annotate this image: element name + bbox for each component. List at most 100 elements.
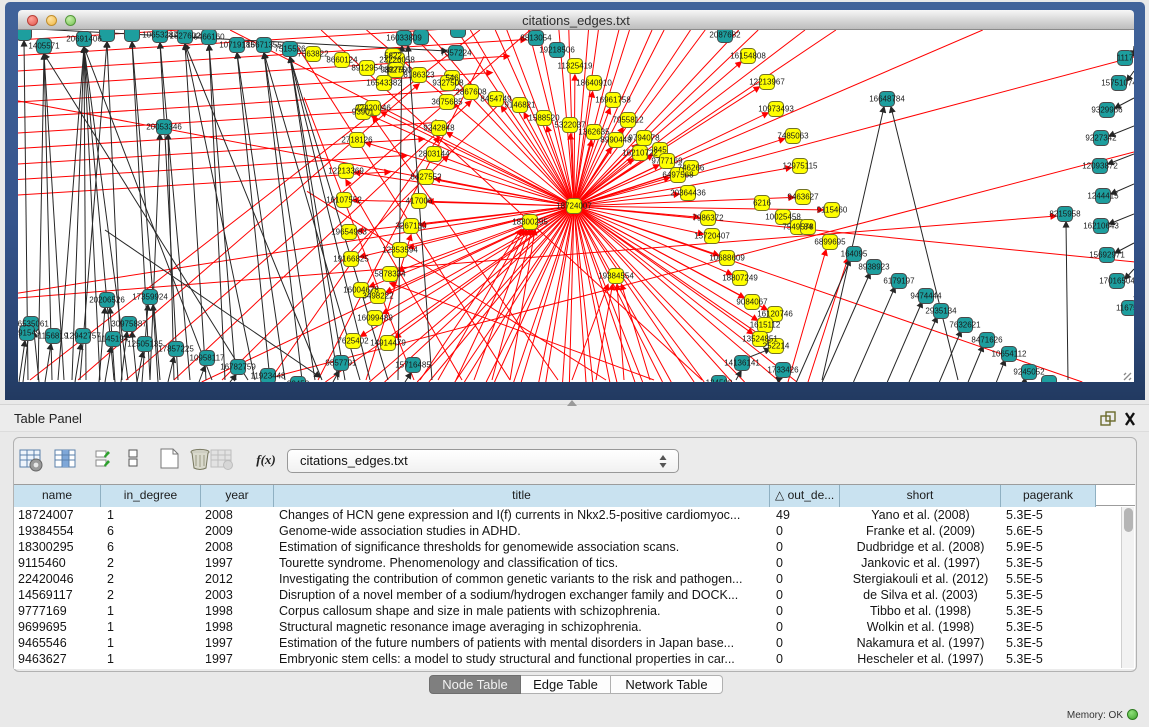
- svg-text:26535061: 26535061: [18, 320, 49, 329]
- svg-text:10958117: 10958117: [190, 354, 226, 363]
- svg-text:3675685: 3675685: [431, 98, 463, 107]
- svg-text:6179197: 6179197: [883, 277, 915, 286]
- svg-text:1405571: 1405571: [28, 42, 60, 51]
- svg-text:9474444: 9474444: [910, 292, 942, 301]
- svg-text:1117: 1117: [1117, 54, 1134, 63]
- svg-text:1145194: 1145194: [98, 335, 129, 344]
- svg-text:17016504: 17016504: [1099, 277, 1134, 286]
- svg-text:12213369: 12213369: [328, 167, 364, 176]
- svg-text:9857791: 9857791: [325, 359, 357, 368]
- svg-text:9245052: 9245052: [1013, 368, 1045, 377]
- svg-text:1733426: 1733426: [767, 366, 799, 375]
- svg-text:18300295: 18300295: [512, 218, 548, 227]
- svg-text:9794078: 9794078: [628, 134, 660, 143]
- svg-text:11923448: 11923448: [251, 372, 287, 381]
- svg-text:22420046: 22420046: [355, 104, 391, 113]
- svg-text:7632621: 7632621: [949, 321, 981, 330]
- svg-text:8990448: 8990448: [600, 136, 632, 145]
- svg-text:15716485: 15716485: [395, 361, 431, 370]
- svg-text:19218506: 19218506: [539, 46, 575, 55]
- svg-text:9463627: 9463627: [787, 193, 819, 202]
- svg-text:16033809: 16033809: [386, 34, 422, 43]
- svg-text:11325419: 11325419: [558, 62, 594, 71]
- svg-text:16782759: 16782759: [220, 363, 256, 372]
- svg-text:12093872: 12093872: [1082, 162, 1118, 171]
- svg-text:2718126: 2718126: [341, 136, 373, 145]
- svg-text:8186323: 8186323: [403, 71, 435, 80]
- svg-text:9227342: 9227342: [1085, 134, 1117, 143]
- svg-text:124508: 124508: [706, 379, 733, 383]
- svg-text:16961758: 16961758: [595, 96, 631, 105]
- svg-text:116753: 116753: [1116, 304, 1134, 313]
- svg-text:16210643: 16210643: [1083, 222, 1119, 231]
- svg-text:16099489: 16099489: [357, 314, 393, 323]
- svg-text:15692971: 15692971: [1089, 251, 1125, 260]
- svg-text:16120746: 16120746: [757, 310, 793, 319]
- svg-text:12975115: 12975115: [783, 162, 819, 171]
- svg-text:17857225: 17857225: [158, 345, 194, 354]
- svg-text:19654983: 19654983: [331, 228, 367, 237]
- svg-text:7625402: 7625402: [337, 337, 369, 346]
- svg-text:15751074: 15751074: [1101, 79, 1134, 88]
- svg-text:9242848: 9242848: [423, 124, 455, 133]
- svg-text:7955812: 7955812: [612, 116, 644, 125]
- svg-text:2935134: 2935134: [925, 307, 957, 316]
- svg-text:12213967: 12213967: [749, 78, 785, 87]
- svg-text:8813054: 8813054: [520, 34, 552, 43]
- svg-text:16648784: 16648784: [869, 95, 905, 104]
- svg-text:20691406: 20691406: [66, 35, 102, 44]
- svg-text:9329966: 9329966: [1091, 106, 1123, 115]
- svg-text:17359924: 17359924: [132, 293, 168, 302]
- svg-text:746266: 746266: [678, 164, 705, 173]
- svg-text:10688609: 10688609: [709, 254, 745, 263]
- svg-text:7357224: 7357224: [440, 49, 472, 58]
- svg-text:6899695: 6899695: [814, 238, 846, 247]
- svg-text:20206526: 20206526: [89, 296, 125, 305]
- svg-text:12353594: 12353594: [382, 246, 418, 255]
- svg-text:12942757: 12942757: [65, 332, 101, 341]
- svg-text:15720407: 15720407: [694, 232, 730, 241]
- svg-text:20053346: 20053346: [146, 123, 182, 132]
- svg-text:30975887: 30975887: [111, 320, 147, 329]
- svg-text:9245?: 9245?: [287, 380, 310, 383]
- svg-text:5878334: 5878334: [374, 270, 406, 279]
- svg-text:164095: 164095: [841, 250, 868, 259]
- svg-text:1156819: 1156819: [38, 332, 69, 341]
- svg-text:8427552: 8427552: [410, 173, 442, 182]
- svg-text:18640910: 18640910: [576, 79, 612, 88]
- svg-text:6216: 6216: [753, 199, 771, 208]
- svg-text:9084067: 9084067: [736, 298, 768, 307]
- svg-text:8938923: 8938923: [858, 263, 890, 272]
- svg-text:16107552: 16107552: [326, 196, 362, 205]
- svg-text:14914479: 14914479: [370, 339, 406, 348]
- svg-text:417006: 417006: [406, 197, 433, 206]
- svg-text:18724007: 18724007: [556, 202, 592, 211]
- svg-text:23226058: 23226058: [379, 56, 415, 65]
- svg-text:10025458: 10025458: [765, 213, 801, 222]
- svg-text:9146821: 9146821: [504, 101, 536, 110]
- svg-text:845: 845: [653, 146, 667, 155]
- svg-text:20364436: 20364436: [670, 189, 706, 198]
- svg-text:252214: 252214: [763, 342, 790, 351]
- svg-text:7986372: 7986372: [692, 214, 724, 223]
- svg-text:2087682: 2087682: [709, 31, 741, 40]
- svg-text:18807249: 18807249: [722, 274, 758, 283]
- svg-text:8471626: 8471626: [971, 336, 1003, 345]
- svg-text:8912954: 8912954: [351, 64, 383, 73]
- svg-text:7563822: 7563822: [297, 50, 329, 59]
- svg-text:19166825: 19166825: [333, 255, 369, 264]
- svg-text:1615112: 1615112: [750, 321, 781, 330]
- svg-text:f(x): f(x): [256, 452, 276, 467]
- svg-text:3498222: 3498222: [362, 292, 394, 301]
- svg-text:10973493: 10973493: [758, 105, 794, 114]
- svg-text:9327508: 9327508: [432, 79, 464, 88]
- svg-text:84: 84: [804, 223, 813, 232]
- svg-text:8215958: 8215958: [1049, 210, 1081, 219]
- svg-text:3267130: 3267130: [395, 222, 427, 231]
- svg-text:2803144: 2803144: [418, 150, 450, 159]
- svg-text:1244415: 1244415: [1087, 192, 1119, 201]
- svg-text:10654112: 10654112: [992, 350, 1028, 359]
- svg-text:16154808: 16154808: [730, 52, 766, 61]
- svg-text:7485063: 7485063: [777, 132, 809, 141]
- svg-text:16543382: 16543382: [366, 79, 402, 88]
